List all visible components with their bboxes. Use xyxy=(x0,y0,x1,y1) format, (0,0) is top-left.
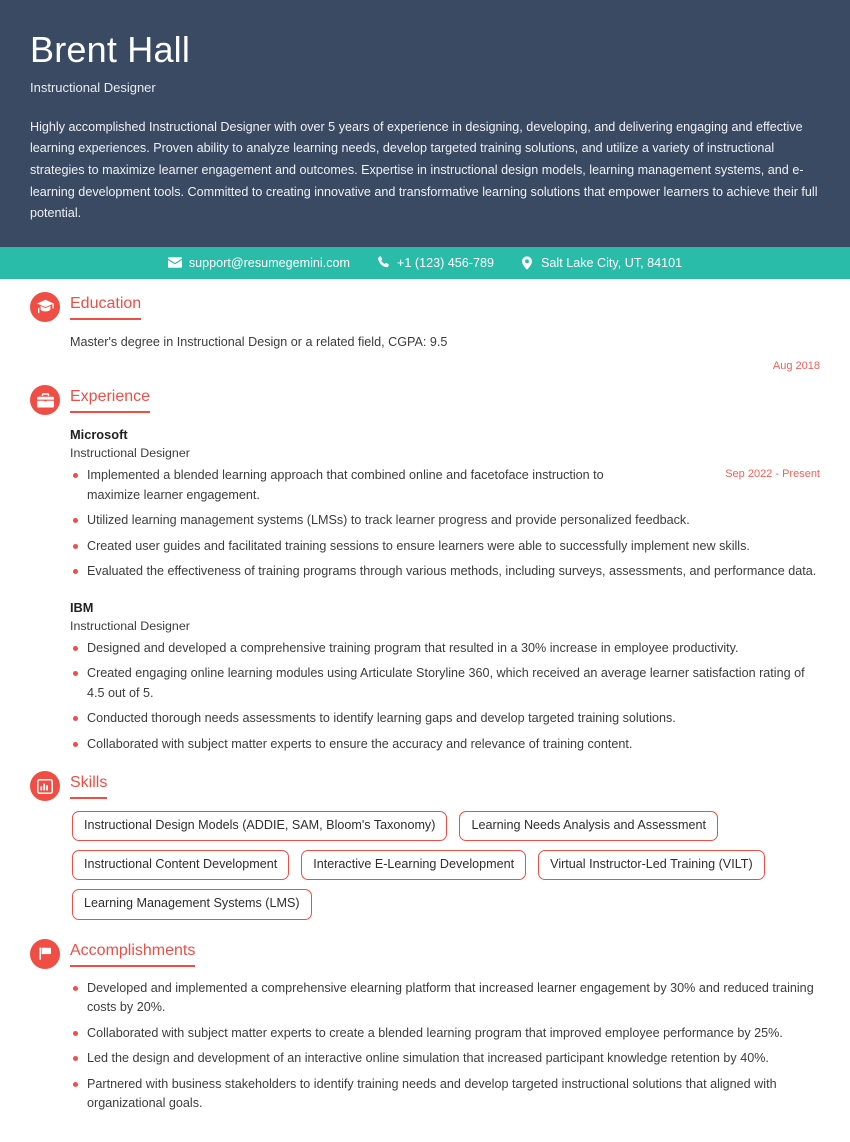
skills-heading: Skills xyxy=(30,771,820,802)
candidate-title: Instructional Designer xyxy=(30,79,156,95)
job-bullets-wrap: Designed and developed a comprehensive t… xyxy=(70,639,820,755)
contact-bar: support@resumegemini.com +1 (123) 456-78… xyxy=(0,246,850,279)
experience-heading: Experience xyxy=(30,385,820,416)
experience-content: Microsoft Instructional Designer Sep 202… xyxy=(30,425,820,754)
list-item: Collaborated with subject matter experts… xyxy=(70,735,820,755)
skills-title: Skills xyxy=(70,774,108,792)
list-item: Collaborated with subject matter experts… xyxy=(70,1024,820,1044)
contact-phone-text: +1 (123) 456-789 xyxy=(397,255,494,270)
accomplishments-list: Developed and implemented a comprehensiv… xyxy=(70,979,820,1114)
job-company: IBM xyxy=(70,599,94,615)
experience-job: IBM Instructional Designer Designed and … xyxy=(70,598,820,755)
skill-chip: Interactive E-Learning Development xyxy=(301,850,527,881)
list-item: Led the design and development of an int… xyxy=(70,1049,820,1069)
accomplishments-heading: Accomplishments xyxy=(30,938,820,969)
experience-title: Experience xyxy=(70,388,151,406)
section-accomplishments: Accomplishments Developed and implemente… xyxy=(30,938,820,1114)
map-pin-icon xyxy=(520,256,534,270)
education-date: Aug 2018 xyxy=(772,360,820,373)
list-item: Designed and developed a comprehensive t… xyxy=(70,639,820,659)
education-content: Master's degree in Instructional Design … xyxy=(30,332,820,372)
skills-chip-list: Instructional Design Models (ADDIE, SAM,… xyxy=(70,811,820,920)
phone-icon xyxy=(376,256,390,270)
skills-title-underline xyxy=(70,797,108,800)
section-skills: Skills Instructional Design Models (ADDI… xyxy=(30,771,820,920)
contact-phone[interactable]: +1 (123) 456-789 xyxy=(376,256,494,270)
list-item: Created user guides and facilitated trai… xyxy=(70,537,820,557)
education-degree: Master's degree in Instructional Design … xyxy=(70,334,448,349)
skill-chip: Instructional Content Development xyxy=(72,850,290,881)
contact-location[interactable]: Salt Lake City, UT, 84101 xyxy=(520,256,682,270)
list-item: Evaluated the effectiveness of training … xyxy=(70,562,820,582)
resume-body: Education Master's degree in Instruction… xyxy=(0,279,850,1142)
job-bullets-wrap: Sep 2022 - Present Implemented a blended… xyxy=(70,466,820,582)
job-bullet-list: Designed and developed a comprehensive t… xyxy=(70,639,820,755)
list-item: Conducted thorough needs assessments to … xyxy=(70,709,820,729)
job-company: Microsoft xyxy=(70,427,128,443)
education-title-underline xyxy=(70,317,142,320)
accomplishments-title-underline xyxy=(70,964,196,967)
job-bullet-list: Implemented a blended learning approach … xyxy=(70,466,820,582)
education-date-row: Aug 2018 xyxy=(70,360,820,372)
skill-chip: Instructional Design Models (ADDIE, SAM,… xyxy=(72,811,448,842)
accomplishments-title: Accomplishments xyxy=(70,941,196,959)
resume-page: Brent Hall Instructional Designer Highly… xyxy=(0,0,850,1142)
professional-summary: Highly accomplished Instructional Design… xyxy=(30,119,818,221)
job-role: Instructional Designer xyxy=(70,446,190,461)
graduation-cap-icon xyxy=(30,291,60,322)
candidate-name: Brent Hall xyxy=(30,29,191,70)
skills-content: Instructional Design Models (ADDIE, SAM,… xyxy=(30,811,820,920)
job-role: Instructional Designer xyxy=(70,618,190,633)
resume-header: Brent Hall Instructional Designer Highly… xyxy=(0,0,850,247)
flag-icon xyxy=(30,938,60,969)
list-item: Created engaging online learning modules… xyxy=(70,664,820,703)
experience-job: Microsoft Instructional Designer Sep 202… xyxy=(70,425,820,582)
list-item: Utilized learning management systems (LM… xyxy=(70,511,820,531)
list-item: Partnered with business stakeholders to … xyxy=(70,1075,820,1114)
list-item: Developed and implemented a comprehensiv… xyxy=(70,979,820,1018)
accomplishments-content: Developed and implemented a comprehensiv… xyxy=(30,979,820,1114)
section-experience: Experience Microsoft Instructional Desig… xyxy=(30,385,820,754)
list-item: Implemented a blended learning approach … xyxy=(70,466,820,505)
contact-email-text: support@resumegemini.com xyxy=(188,255,351,270)
education-heading: Education xyxy=(30,291,820,322)
education-title: Education xyxy=(70,294,142,312)
skill-chip: Learning Management Systems (LMS) xyxy=(72,889,312,920)
skill-chip: Virtual Instructor-Led Training (VILT) xyxy=(538,850,765,881)
briefcase-icon xyxy=(30,385,60,416)
bar-chart-icon xyxy=(30,771,60,802)
experience-title-underline xyxy=(70,411,151,414)
skill-chip: Learning Needs Analysis and Assessment xyxy=(459,811,718,842)
contact-email[interactable]: support@resumegemini.com xyxy=(167,255,351,270)
envelope-icon xyxy=(167,256,182,270)
section-education: Education Master's degree in Instruction… xyxy=(30,291,820,372)
contact-location-text: Salt Lake City, UT, 84101 xyxy=(541,255,683,270)
